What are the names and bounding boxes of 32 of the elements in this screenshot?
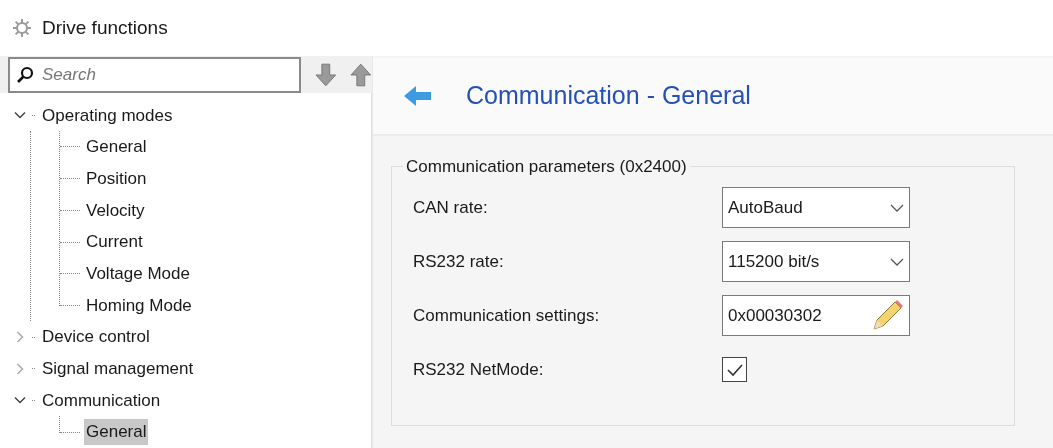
tree-item[interactable]: General — [84, 419, 149, 445]
arrow-down-icon[interactable] — [314, 62, 337, 87]
tree-item[interactable]: Signal management — [40, 356, 196, 382]
chevron-right-icon[interactable] — [14, 331, 26, 344]
field-label: RS232 rate: — [413, 250, 505, 273]
page-title: Communication - General — [466, 80, 751, 112]
field-label: Communication settings: — [413, 304, 601, 327]
back-arrow-icon[interactable] — [403, 85, 433, 107]
arrow-up-icon[interactable] — [350, 62, 372, 87]
field-label: RS232 NetMode: — [413, 358, 545, 381]
tree-item[interactable]: Voltage Mode — [84, 260, 192, 287]
field-label: CAN rate: — [413, 196, 489, 219]
search-icon — [16, 65, 34, 84]
chevron-down-icon — [890, 256, 904, 267]
input-field[interactable]: 0x00030302 — [722, 295, 910, 336]
chevron-right-icon[interactable] — [14, 362, 26, 375]
checkbox[interactable] — [722, 357, 747, 382]
tree-item[interactable]: General — [84, 134, 149, 160]
tree-item[interactable]: Position — [84, 165, 149, 192]
tree-item[interactable]: Velocity — [84, 197, 147, 224]
tree-item[interactable]: Communication — [40, 387, 163, 414]
dropdown[interactable]: 115200 bit/s — [722, 241, 910, 282]
tree-item[interactable]: Device control — [40, 324, 152, 350]
gear-icon — [12, 18, 32, 38]
search-field[interactable]: Search — [8, 56, 301, 93]
dropdown[interactable]: AutoBaud — [722, 187, 910, 228]
chevron-down-icon — [890, 202, 904, 213]
tree-item[interactable]: Current — [84, 229, 145, 255]
tree-item[interactable]: Homing Mode — [84, 292, 194, 319]
window-title: Drive functions — [42, 15, 168, 40]
tree-item[interactable]: Operating modes — [40, 102, 175, 129]
pencil-icon[interactable] — [870, 298, 904, 333]
